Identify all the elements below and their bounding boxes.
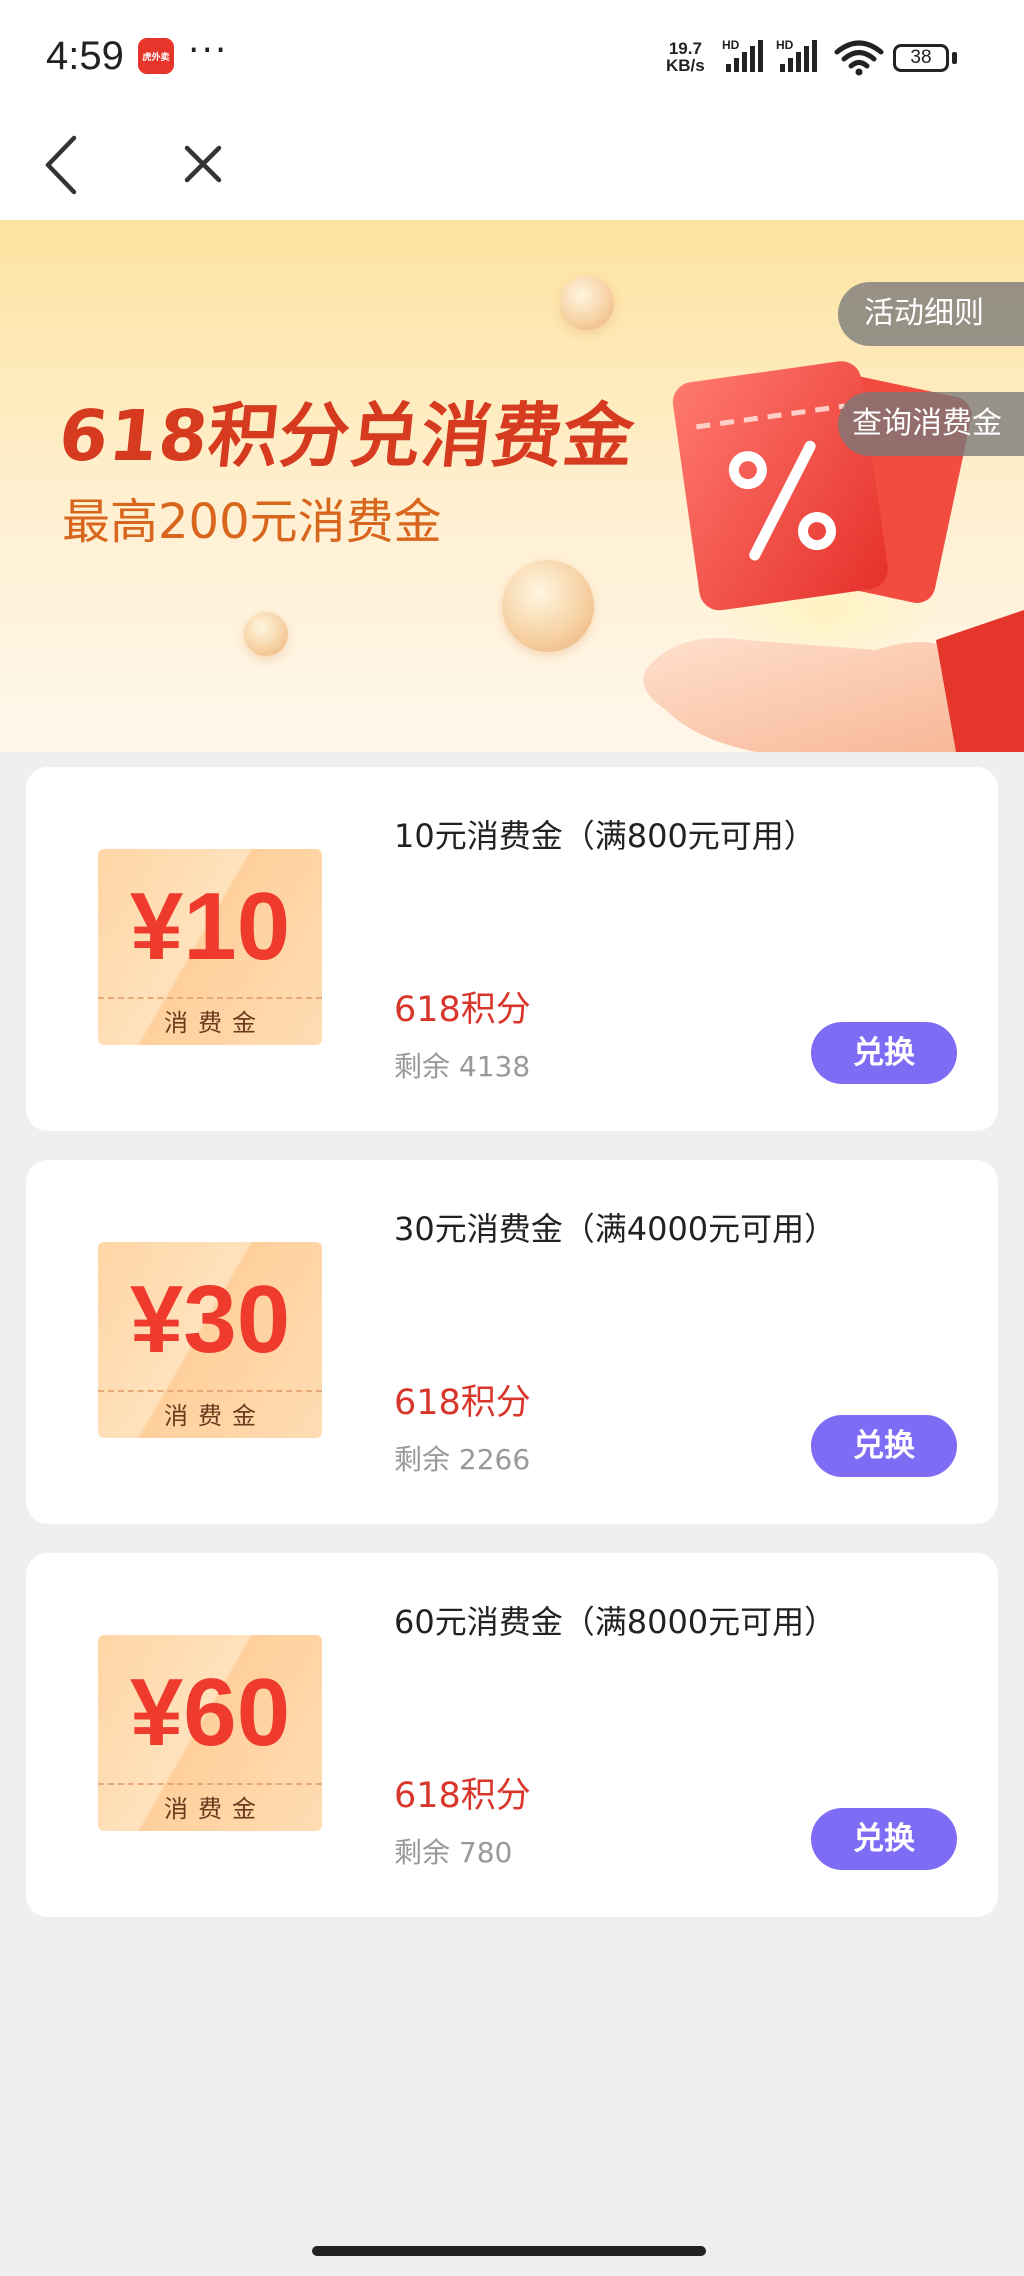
coupon-remaining: 剩余 4138	[394, 1050, 531, 1083]
network-speed-value: 19.7	[668, 39, 702, 58]
wifi-icon	[834, 40, 884, 76]
exchange-button[interactable]: 兑换	[811, 1808, 957, 1870]
coupon-points: 618积分	[394, 1383, 531, 1423]
coupon-divider	[98, 997, 322, 999]
banner-subtitle: 最高200元消费金	[62, 494, 442, 550]
coupon-remaining: 剩余 780	[394, 1836, 513, 1869]
coupon-divider	[98, 1390, 322, 1392]
more-notifications-icon: ···	[188, 30, 229, 71]
hd-label-2: HD	[776, 38, 794, 52]
coupon-ticket: ¥60 消费金	[98, 1635, 322, 1831]
home-indicator[interactable]	[312, 2246, 706, 2256]
exchange-button[interactable]: 兑换	[811, 1415, 957, 1477]
coupon-divider	[98, 1783, 322, 1785]
network-speed: 19.7 KB/s	[666, 40, 705, 74]
coupon-amount: ¥30	[129, 1266, 291, 1373]
coupon-amount: ¥10	[129, 873, 291, 980]
query-consumption-gold-button[interactable]: 查询消费金	[838, 392, 1024, 456]
signal-icon: HD	[722, 38, 766, 78]
coupon-label: 消费金	[164, 1009, 266, 1037]
coin-decoration	[560, 276, 614, 330]
coupon-card: ¥30 消费金 30元消费金（满4000元可用） 618积分 剩余 2266 兑…	[26, 1160, 998, 1524]
coupon-remaining: 剩余 2266	[394, 1443, 531, 1476]
battery-icon: 38	[893, 44, 949, 72]
coupon-amount: ¥60	[129, 1659, 291, 1766]
signal-icon-2: HD	[776, 38, 820, 78]
coupon-points: 618积分	[394, 990, 531, 1030]
coupon-label: 消费金	[164, 1402, 266, 1430]
coupon-points: 618积分	[394, 1776, 531, 1816]
battery-tip	[952, 52, 957, 64]
coin-decoration	[244, 612, 288, 656]
banner-title: 618积分兑消费金	[55, 395, 639, 477]
hd-label: HD	[722, 38, 740, 52]
close-icon[interactable]	[175, 136, 231, 192]
coupon-ticket: ¥10 消费金	[98, 849, 322, 1045]
coupon-card: ¥60 消费金 60元消费金（满8000元可用） 618积分 剩余 780 兑换	[26, 1553, 998, 1917]
promo-banner: 618积分兑消费金 最高200元消费金 活动细则 查询消费金	[0, 220, 1024, 752]
coupon-title: 60元消费金（满8000元可用）	[394, 1603, 837, 1641]
status-time: 4:59	[46, 34, 124, 78]
chevron-left-icon[interactable]	[40, 132, 86, 198]
network-speed-unit: KB/s	[666, 56, 705, 75]
coupon-card: ¥10 消费金 10元消费金（满800元可用） 618积分 剩余 4138 兑换	[26, 767, 998, 1131]
coin-decoration	[502, 560, 594, 652]
coupon-title: 30元消费金（满4000元可用）	[394, 1210, 837, 1248]
activity-rules-button[interactable]: 活动细则	[838, 282, 1024, 346]
nav-bar	[0, 110, 1024, 220]
coupon-title: 10元消费金（满800元可用）	[394, 817, 816, 855]
app-notification-icon: 虎外卖	[138, 38, 174, 74]
status-bar: 4:59 虎外卖 ··· 19.7 KB/s HD HD 38	[0, 0, 1024, 110]
exchange-button[interactable]: 兑换	[811, 1022, 957, 1084]
coupon-ticket: ¥30 消费金	[98, 1242, 322, 1438]
coupon-label: 消费金	[164, 1795, 266, 1823]
